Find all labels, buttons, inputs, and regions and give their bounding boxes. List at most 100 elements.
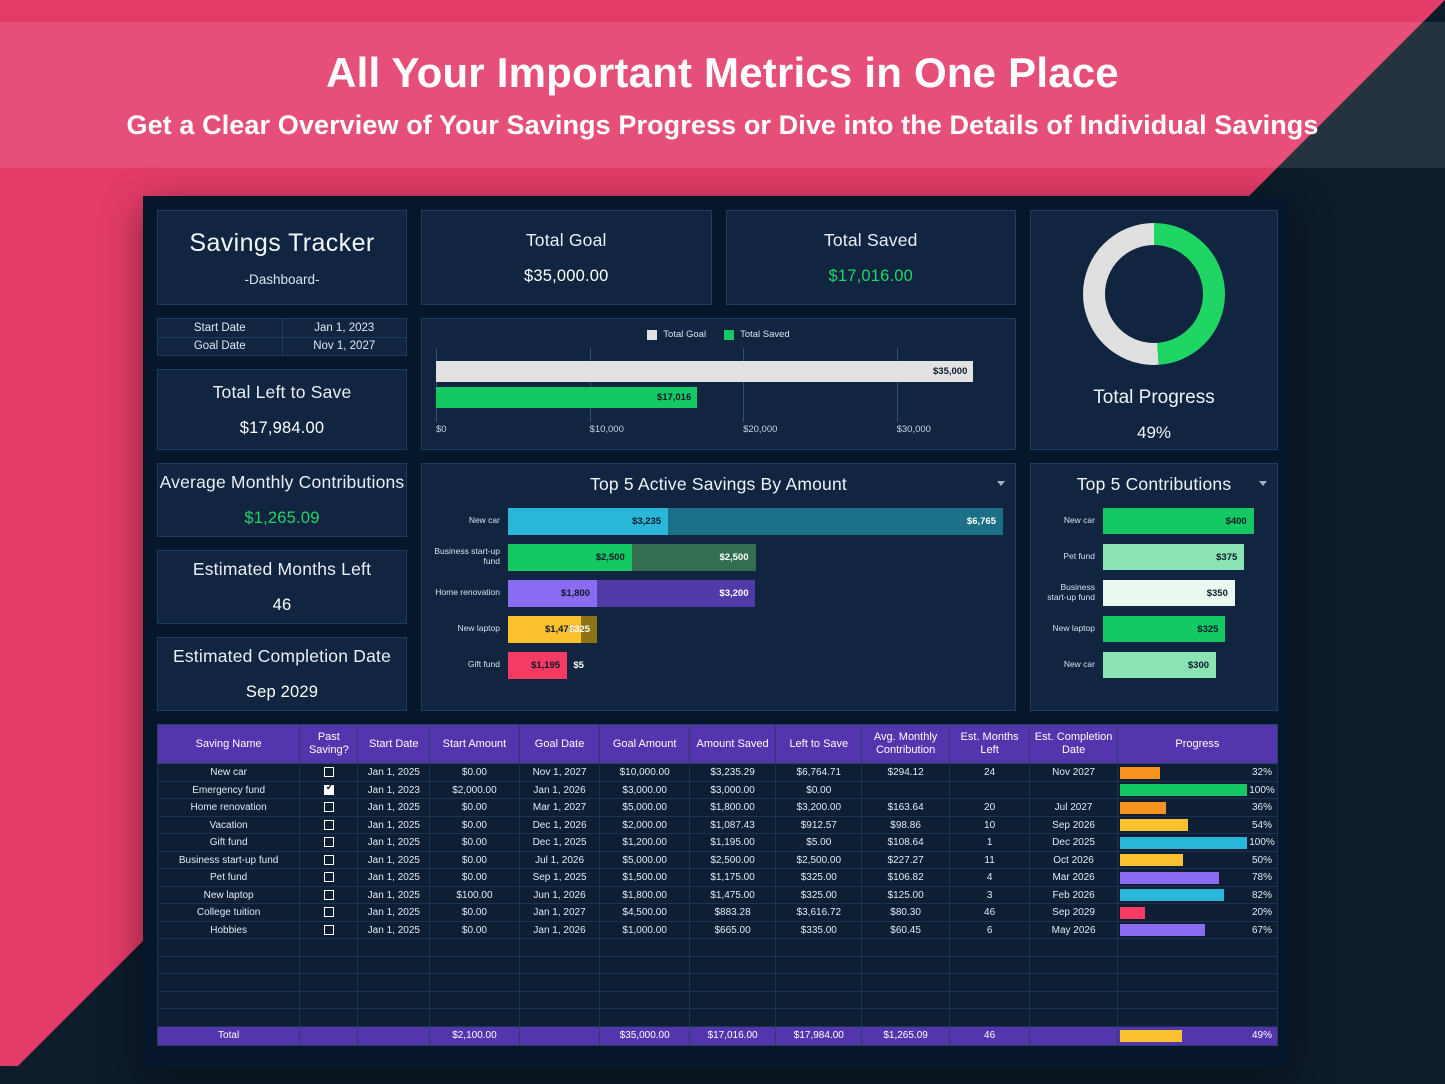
cell-empty (357, 1008, 431, 1027)
table-row[interactable]: Gift fund Jan 1, 2025 $0.00 Dec 1, 2025 $1,2… (156, 833, 1279, 852)
table-header-start-amount[interactable]: Start Amount (429, 723, 520, 765)
cell-est-completion-date: Sep 2026 (1029, 815, 1118, 835)
right-column: Total Progress 49% (1030, 210, 1278, 450)
table-header-start-date[interactable]: Start Date (357, 723, 431, 765)
chevron-down-icon[interactable] (997, 481, 1005, 486)
total-progress-title: Total Progress (1093, 387, 1215, 408)
total-progress-value: 49% (1136, 423, 1172, 442)
gridline (436, 348, 437, 422)
past-saving-checkbox[interactable] (323, 924, 334, 935)
past-saving-checkbox[interactable] (323, 782, 335, 795)
cell-empty (429, 938, 520, 957)
cell-empty (775, 955, 863, 975)
progress-cell: 50% (1116, 850, 1279, 870)
table-row-empty[interactable] (156, 1008, 1279, 1027)
cell-start-amount: $0.00 (429, 763, 520, 782)
cell-empty (299, 990, 359, 1010)
cell-goal-date: Nov 1, 2027 (518, 763, 601, 782)
table-row[interactable]: Emergency fund Jan 1, 2023$2,000.00Jan 1,… (156, 780, 1279, 800)
past-saving-checkbox[interactable] (323, 767, 334, 778)
table-header-saving-name[interactable]: Saving Name (156, 723, 301, 765)
top5-contributions-bars: New car $400 Pet fund $375 Business start-up… (1043, 503, 1265, 683)
cell-goal-date: Mar 1, 2027 (518, 798, 601, 817)
table-header-goal-date[interactable]: Goal Date (518, 723, 601, 765)
table-row[interactable]: New laptop Jan 1, 2025 $100.00 Jun 1, 2026 $… (156, 885, 1279, 905)
table-header-goal-amount[interactable]: Goal Amount (599, 723, 690, 765)
cell-empty (518, 990, 601, 1010)
cell-empty (775, 938, 863, 957)
table-row[interactable]: Pet fund Jan 1, 2025 $0.00 Sep 1, 2025 $1,50… (156, 868, 1279, 887)
table-header-amount-saved[interactable]: Amount Saved (688, 723, 777, 765)
top5-contributions-title: Top 5 Contributions (1076, 474, 1232, 494)
past-saving-checkbox[interactable] (323, 802, 334, 813)
total-saved-title: Total Saved (823, 229, 918, 250)
table-row[interactable]: Vacation Jan 1, 2025 $0.00 Dec 1, 2026 $2,00… (156, 815, 1279, 835)
cell-est-months-left (948, 780, 1031, 800)
past-saving-checkbox[interactable] (323, 837, 334, 848)
progress-bar-fill (1119, 871, 1219, 884)
savings-table-wrapper: Saving Name Past Saving? Start Date Start A… (156, 723, 1279, 1056)
cell-left-to-save: $3,616.72 (775, 903, 863, 922)
table-row-empty[interactable] (156, 955, 1279, 975)
table-header-progress[interactable]: Progress (1116, 723, 1279, 765)
table-header-avg-monthly-contribution[interactable]: Avg. Monthly Contribution (861, 723, 950, 765)
cell-est-months-left: 1 (948, 833, 1031, 852)
cell-empty (156, 938, 301, 957)
table-header-est-completion-date[interactable]: Est. Completion Date (1029, 723, 1118, 765)
cell-goal-amount: $1,500.00 (599, 868, 690, 887)
chevron-down-icon[interactable] (1259, 481, 1267, 486)
table-row[interactable]: Home renovation Jan 1, 2025 $0.00 Mar 1, 20… (156, 798, 1279, 817)
cell-past-saving (299, 780, 359, 800)
cell-start-date: Jan 1, 2025 (357, 763, 431, 782)
table-row[interactable]: Business start-up fund Jan 1, 2025 $0.00 Ju… (156, 850, 1279, 870)
past-saving-checkbox[interactable] (323, 854, 334, 865)
past-saving-checkbox[interactable] (323, 819, 334, 830)
axis-tick-label: $20,000 (743, 424, 778, 435)
table-row[interactable]: College tuition Jan 1, 2025 $0.00 Jan 1, 20… (156, 903, 1279, 922)
past-saving-checkbox[interactable] (323, 889, 334, 900)
left-column: Savings Tracker -Dashboard- Start Date J… (157, 210, 407, 450)
table-header-left-to-save[interactable]: Left to Save (775, 723, 863, 765)
table-row-empty[interactable] (156, 973, 1279, 992)
dashboard-panel: Savings Tracker -Dashboard- Start Date J… (143, 196, 1290, 1068)
cell-start-date: Jan 1, 2025 (357, 903, 431, 922)
table-header-est-months-left[interactable]: Est. Months Left (948, 723, 1031, 765)
total-left-to-save-value: $17,984.00 (239, 418, 325, 437)
progress-bar-track (1118, 819, 1247, 832)
contribution-bar: $350 (1103, 580, 1235, 606)
cell-start-amount: $0.00 (429, 833, 520, 852)
cell-left-to-save: $912.57 (775, 815, 863, 835)
cell-left-to-save: $5.00 (775, 833, 863, 852)
bar-category-label: New car (468, 515, 500, 526)
bar-category-label: Business start-up fund (434, 546, 500, 566)
cell-goal-amount: $2,000.00 (599, 815, 690, 835)
table-row[interactable]: New car Jan 1, 2025 $0.00 Nov 1, 2027 $10,00… (156, 763, 1279, 782)
past-saving-checkbox[interactable] (323, 907, 334, 918)
table-row-empty[interactable] (156, 938, 1279, 957)
cell-past-saving (299, 868, 359, 887)
contribution-bar: $300 (1103, 652, 1217, 678)
progress-bar-track (1118, 836, 1247, 849)
bar-category-label: Business start-up fund (1047, 582, 1095, 602)
cell-start-date: Jan 1, 2023 (357, 780, 431, 800)
progress-bar-fill (1119, 854, 1184, 867)
cell-avg-monthly-contribution: $60.45 (861, 920, 950, 940)
progress-percent-label: 67% (1251, 924, 1272, 936)
table-row-empty[interactable] (156, 990, 1279, 1010)
months-left-value: 46 (272, 596, 292, 614)
table-header-past-saving[interactable]: Past Saving? (299, 723, 359, 765)
cell-avg-monthly-contribution: $294.12 (861, 763, 950, 782)
start-date-row: Start Date Jan 1, 2023 (158, 319, 406, 337)
progress-bar-track (1118, 854, 1247, 867)
progress-bar-track (1118, 766, 1247, 779)
cell-amount-saved: $1,175.00 (688, 868, 777, 887)
middle-column: Total Goal $35,000.00 Total Saved $17,01… (421, 210, 1016, 450)
bar-total-goal: $35,000 (436, 361, 974, 382)
table-row[interactable]: Hobbies Jan 1, 2025 $0.00 Jan 1, 2026 $1,000… (156, 920, 1279, 940)
bar-track: $1,195 $5 (508, 651, 1003, 679)
cell-empty (775, 1008, 863, 1027)
bar-track: $350 (1103, 580, 1265, 606)
chart-x-axis: $0 $10,000 $20,000 $30,000 (436, 424, 1001, 440)
past-saving-checkbox[interactable] (323, 872, 334, 883)
bar-total-saved: $17,016 (436, 387, 698, 408)
